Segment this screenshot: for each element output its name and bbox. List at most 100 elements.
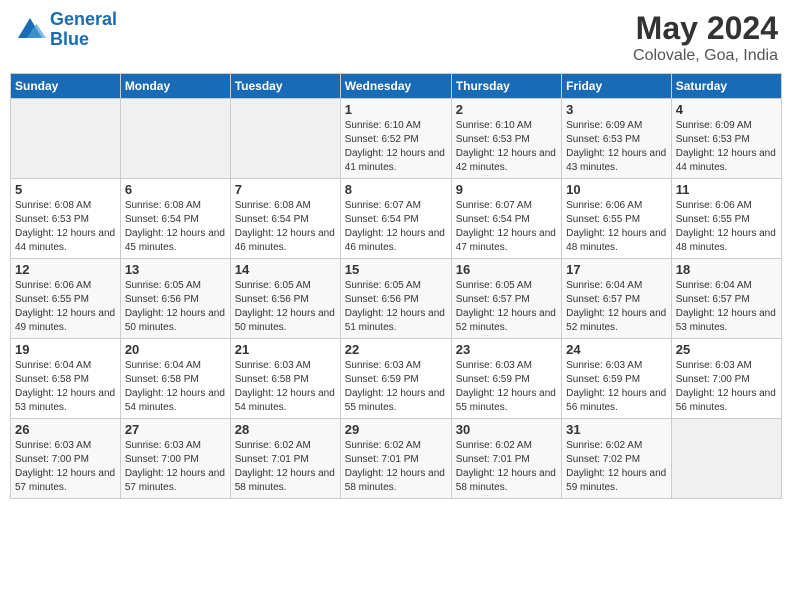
header-cell-tuesday: Tuesday bbox=[230, 74, 340, 99]
day-info: Sunrise: 6:04 AM Sunset: 6:57 PM Dayligh… bbox=[676, 279, 777, 335]
day-info: Sunrise: 6:02 AM Sunset: 7:01 PM Dayligh… bbox=[456, 439, 557, 495]
title-block: May 2024 Colovale, Goa, India bbox=[633, 10, 778, 65]
calendar-day-cell: 19 Sunrise: 6:04 AM Sunset: 6:58 PM Dayli… bbox=[11, 339, 121, 419]
day-number: 10 bbox=[566, 182, 667, 197]
day-number: 25 bbox=[676, 342, 777, 357]
day-number: 26 bbox=[15, 422, 116, 437]
day-number: 1 bbox=[345, 102, 447, 117]
calendar-day-cell: 18 Sunrise: 6:04 AM Sunset: 6:57 PM Dayli… bbox=[671, 259, 781, 339]
calendar-day-cell: 30 Sunrise: 6:02 AM Sunset: 7:01 PM Dayli… bbox=[451, 419, 561, 499]
day-info: Sunrise: 6:02 AM Sunset: 7:02 PM Dayligh… bbox=[566, 439, 667, 495]
day-number: 30 bbox=[456, 422, 557, 437]
header-cell-thursday: Thursday bbox=[451, 74, 561, 99]
day-number: 27 bbox=[125, 422, 226, 437]
logo-icon bbox=[14, 14, 46, 46]
day-number: 16 bbox=[456, 262, 557, 277]
calendar-day-cell: 29 Sunrise: 6:02 AM Sunset: 7:01 PM Dayli… bbox=[340, 419, 451, 499]
day-info: Sunrise: 6:06 AM Sunset: 6:55 PM Dayligh… bbox=[15, 279, 116, 335]
calendar-day-cell: 16 Sunrise: 6:05 AM Sunset: 6:57 PM Dayli… bbox=[451, 259, 561, 339]
day-number: 2 bbox=[456, 102, 557, 117]
day-info: Sunrise: 6:10 AM Sunset: 6:53 PM Dayligh… bbox=[456, 119, 557, 175]
day-info: Sunrise: 6:03 AM Sunset: 6:59 PM Dayligh… bbox=[456, 359, 557, 415]
day-number: 13 bbox=[125, 262, 226, 277]
calendar-title: May 2024 bbox=[633, 10, 778, 47]
day-number: 20 bbox=[125, 342, 226, 357]
calendar-day-cell: 24 Sunrise: 6:03 AM Sunset: 6:59 PM Dayli… bbox=[562, 339, 672, 419]
day-number: 18 bbox=[676, 262, 777, 277]
day-info: Sunrise: 6:05 AM Sunset: 6:57 PM Dayligh… bbox=[456, 279, 557, 335]
calendar-week-4: 19 Sunrise: 6:04 AM Sunset: 6:58 PM Dayli… bbox=[11, 339, 782, 419]
calendar-day-cell: 23 Sunrise: 6:03 AM Sunset: 6:59 PM Dayli… bbox=[451, 339, 561, 419]
calendar-day-cell bbox=[671, 419, 781, 499]
calendar-day-cell: 10Sunrise: 6:06 AM Sunset: 6:55 PM Dayli… bbox=[562, 179, 672, 259]
day-number: 11 bbox=[676, 182, 777, 197]
header-cell-sunday: Sunday bbox=[11, 74, 121, 99]
calendar-day-cell: 26 Sunrise: 6:03 AM Sunset: 7:00 PM Dayli… bbox=[11, 419, 121, 499]
day-info: Sunrise: 6:02 AM Sunset: 7:01 PM Dayligh… bbox=[345, 439, 447, 495]
calendar-day-cell: 14 Sunrise: 6:05 AM Sunset: 6:56 PM Dayli… bbox=[230, 259, 340, 339]
calendar-day-cell: 3Sunrise: 6:09 AM Sunset: 6:53 PM Daylig… bbox=[562, 99, 672, 179]
calendar-day-cell: 13Sunrise: 6:05 AM Sunset: 6:56 PM Dayli… bbox=[120, 259, 230, 339]
day-number: 21 bbox=[235, 342, 336, 357]
day-info: Sunrise: 6:03 AM Sunset: 7:00 PM Dayligh… bbox=[676, 359, 777, 415]
day-info: Sunrise: 6:10 AM Sunset: 6:52 PM Dayligh… bbox=[345, 119, 447, 175]
day-info: Sunrise: 6:08 AM Sunset: 6:54 PM Dayligh… bbox=[235, 199, 336, 255]
day-info: Sunrise: 6:02 AM Sunset: 7:01 PM Dayligh… bbox=[235, 439, 336, 495]
calendar-day-cell: 8Sunrise: 6:07 AM Sunset: 6:54 PM Daylig… bbox=[340, 179, 451, 259]
day-info: Sunrise: 6:03 AM Sunset: 7:00 PM Dayligh… bbox=[15, 439, 116, 495]
calendar-body: 1 Sunrise: 6:10 AM Sunset: 6:52 PM Daylig… bbox=[11, 99, 782, 499]
day-number: 12 bbox=[15, 262, 116, 277]
calendar-day-cell: 22Sunrise: 6:03 AM Sunset: 6:59 PM Dayli… bbox=[340, 339, 451, 419]
day-number: 4 bbox=[676, 102, 777, 117]
calendar-subtitle: Colovale, Goa, India bbox=[633, 47, 778, 65]
day-info: Sunrise: 6:04 AM Sunset: 6:58 PM Dayligh… bbox=[125, 359, 226, 415]
day-number: 15 bbox=[345, 262, 447, 277]
day-number: 28 bbox=[235, 422, 336, 437]
day-number: 31 bbox=[566, 422, 667, 437]
calendar-day-cell: 9Sunrise: 6:07 AM Sunset: 6:54 PM Daylig… bbox=[451, 179, 561, 259]
day-info: Sunrise: 6:05 AM Sunset: 6:56 PM Dayligh… bbox=[235, 279, 336, 335]
calendar-day-cell: 1 Sunrise: 6:10 AM Sunset: 6:52 PM Daylig… bbox=[340, 99, 451, 179]
day-info: Sunrise: 6:04 AM Sunset: 6:57 PM Dayligh… bbox=[566, 279, 667, 335]
day-number: 19 bbox=[15, 342, 116, 357]
header-cell-monday: Monday bbox=[120, 74, 230, 99]
day-number: 6 bbox=[125, 182, 226, 197]
day-info: Sunrise: 6:03 AM Sunset: 6:59 PM Dayligh… bbox=[566, 359, 667, 415]
day-info: Sunrise: 6:03 AM Sunset: 6:59 PM Dayligh… bbox=[345, 359, 447, 415]
calendar-table: SundayMondayTuesdayWednesdayThursdayFrid… bbox=[10, 73, 782, 499]
calendar-day-cell: 11Sunrise: 6:06 AM Sunset: 6:55 PM Dayli… bbox=[671, 179, 781, 259]
calendar-day-cell: 15 Sunrise: 6:05 AM Sunset: 6:56 PM Dayli… bbox=[340, 259, 451, 339]
calendar-day-cell bbox=[230, 99, 340, 179]
day-number: 14 bbox=[235, 262, 336, 277]
calendar-week-3: 12 Sunrise: 6:06 AM Sunset: 6:55 PM Dayli… bbox=[11, 259, 782, 339]
day-number: 29 bbox=[345, 422, 447, 437]
day-info: Sunrise: 6:05 AM Sunset: 6:56 PM Dayligh… bbox=[345, 279, 447, 335]
day-number: 24 bbox=[566, 342, 667, 357]
calendar-week-2: 5 Sunrise: 6:08 AM Sunset: 6:53 PM Daylig… bbox=[11, 179, 782, 259]
calendar-day-cell: 25 Sunrise: 6:03 AM Sunset: 7:00 PM Dayli… bbox=[671, 339, 781, 419]
day-info: Sunrise: 6:08 AM Sunset: 6:53 PM Dayligh… bbox=[15, 199, 116, 255]
day-number: 5 bbox=[15, 182, 116, 197]
logo-text: General Blue bbox=[50, 10, 117, 50]
logo-name-part2: Blue bbox=[50, 29, 89, 49]
calendar-header-row: SundayMondayTuesdayWednesdayThursdayFrid… bbox=[11, 74, 782, 99]
day-info: Sunrise: 6:04 AM Sunset: 6:58 PM Dayligh… bbox=[15, 359, 116, 415]
calendar-day-cell: 2 Sunrise: 6:10 AM Sunset: 6:53 PM Daylig… bbox=[451, 99, 561, 179]
calendar-day-cell: 31 Sunrise: 6:02 AM Sunset: 7:02 PM Dayli… bbox=[562, 419, 672, 499]
calendar-day-cell: 6Sunrise: 6:08 AM Sunset: 6:54 PM Daylig… bbox=[120, 179, 230, 259]
calendar-day-cell: 7 Sunrise: 6:08 AM Sunset: 6:54 PM Daylig… bbox=[230, 179, 340, 259]
calendar-day-cell: 20 Sunrise: 6:04 AM Sunset: 6:58 PM Dayli… bbox=[120, 339, 230, 419]
day-info: Sunrise: 6:09 AM Sunset: 6:53 PM Dayligh… bbox=[676, 119, 777, 175]
calendar-week-5: 26 Sunrise: 6:03 AM Sunset: 7:00 PM Dayli… bbox=[11, 419, 782, 499]
day-number: 17 bbox=[566, 262, 667, 277]
day-info: Sunrise: 6:03 AM Sunset: 7:00 PM Dayligh… bbox=[125, 439, 226, 495]
calendar-day-cell: 27 Sunrise: 6:03 AM Sunset: 7:00 PM Dayli… bbox=[120, 419, 230, 499]
day-number: 7 bbox=[235, 182, 336, 197]
day-number: 3 bbox=[566, 102, 667, 117]
calendar-day-cell: 28 Sunrise: 6:02 AM Sunset: 7:01 PM Dayli… bbox=[230, 419, 340, 499]
day-number: 23 bbox=[456, 342, 557, 357]
day-info: Sunrise: 6:03 AM Sunset: 6:58 PM Dayligh… bbox=[235, 359, 336, 415]
header-cell-saturday: Saturday bbox=[671, 74, 781, 99]
day-number: 8 bbox=[345, 182, 447, 197]
calendar-day-cell bbox=[11, 99, 121, 179]
